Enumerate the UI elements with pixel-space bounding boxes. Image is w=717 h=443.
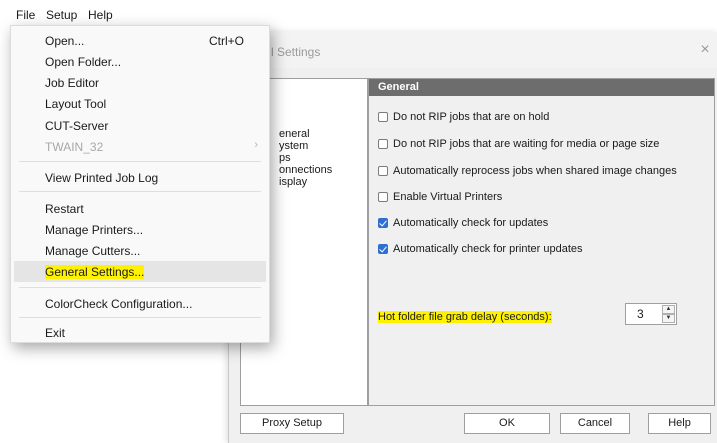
dialog-titlebar[interactable]: l Settings ×: [229, 32, 717, 68]
option-label: Automatically check for printer updates: [393, 243, 583, 255]
menu-item-open[interactable]: Open... Ctrl+O: [14, 30, 266, 51]
menu-separator: [19, 191, 261, 192]
nav-item-ps[interactable]: ps: [279, 152, 291, 164]
menu-item-label: Exit: [45, 326, 66, 340]
decrement-arrow-icon[interactable]: ▼: [662, 314, 675, 323]
option-auto-check-updates[interactable]: Automatically check for updates: [378, 216, 548, 230]
menu-item-colorcheck-configuration[interactable]: ColorCheck Configuration...: [14, 293, 266, 314]
nav-item-connections[interactable]: onnections: [279, 164, 332, 176]
menu-item-label: Open Folder...: [45, 55, 122, 69]
checkbox[interactable]: [378, 192, 388, 202]
option-enable-virtual-printers[interactable]: Enable Virtual Printers: [378, 190, 502, 204]
close-icon[interactable]: ×: [696, 41, 714, 59]
hot-folder-delay-stepper[interactable]: 3 ▲ ▼: [625, 303, 677, 325]
menu-item-label: Restart: [45, 202, 84, 216]
menu-item-general-settings[interactable]: General Settings...: [14, 261, 266, 282]
menu-item-job-editor[interactable]: Job Editor: [14, 72, 266, 93]
option-auto-reprocess[interactable]: Automatically reprocess jobs when shared…: [378, 164, 677, 178]
ok-button[interactable]: OK: [464, 413, 550, 434]
menu-item-manage-printers[interactable]: Manage Printers...: [14, 219, 266, 240]
delay-value[interactable]: 3: [637, 307, 644, 321]
menu-item-layout-tool[interactable]: Layout Tool: [14, 93, 266, 114]
menu-item-view-printed-job-log[interactable]: View Printed Job Log: [14, 167, 266, 188]
menubar: File Setup Help: [0, 0, 270, 26]
shortcut-label: Ctrl+O: [208, 34, 244, 48]
dialog-title: l Settings: [271, 45, 321, 59]
menu-item-label: Layout Tool: [45, 97, 107, 111]
menu-item-label: ColorCheck Configuration...: [45, 297, 193, 311]
option-label: Do not RIP jobs that are on hold: [393, 111, 550, 123]
option-label: Enable Virtual Printers: [393, 191, 503, 203]
hot-folder-delay-label: Hot folder file grab delay (seconds):: [378, 311, 552, 323]
menu-separator: [19, 317, 261, 318]
option-no-rip-waiting-media[interactable]: Do not RIP jobs that are waiting for med…: [378, 137, 659, 151]
help-button[interactable]: Help: [648, 413, 711, 434]
file-menu-dropdown: Open... Ctrl+O Open Folder... Job Editor…: [10, 25, 270, 343]
general-settings-panel: General Do not RIP jobs that are on hold…: [368, 78, 715, 406]
menu-item-label: TWAIN_32: [45, 140, 104, 154]
cancel-button[interactable]: Cancel: [560, 413, 630, 434]
nav-item-display[interactable]: isplay: [279, 176, 307, 188]
menu-item-label: Open...: [45, 34, 85, 48]
nav-item-general[interactable]: eneral: [279, 128, 310, 140]
option-auto-check-printer-updates[interactable]: Automatically check for printer updates: [378, 242, 583, 256]
menu-item-label: Manage Cutters...: [45, 244, 141, 258]
menu-item-open-folder[interactable]: Open Folder...: [14, 51, 266, 72]
menu-setup[interactable]: Setup: [46, 8, 77, 22]
menu-item-twain: TWAIN_32 ›: [14, 136, 266, 157]
chevron-right-icon: ›: [254, 139, 258, 151]
menu-item-label: View Printed Job Log: [45, 171, 159, 185]
menu-separator: [19, 287, 261, 288]
nav-item-system[interactable]: ystem: [279, 140, 308, 152]
checkbox[interactable]: [378, 166, 388, 176]
proxy-setup-button[interactable]: Proxy Setup: [240, 413, 344, 434]
stepper-buttons: ▲ ▼: [662, 305, 675, 323]
menu-item-cut-server[interactable]: CUT-Server: [14, 115, 266, 136]
checkbox-checked[interactable]: [378, 218, 388, 228]
menu-item-manage-cutters[interactable]: Manage Cutters...: [14, 240, 266, 261]
menu-item-exit[interactable]: Exit: [14, 322, 266, 343]
menu-item-label: CUT-Server: [45, 119, 109, 133]
option-label: Automatically check for updates: [393, 217, 549, 229]
option-label: Do not RIP jobs that are waiting for med…: [393, 138, 660, 150]
general-settings-dialog: l Settings × eneral ystem ps onnections …: [228, 32, 717, 443]
menu-item-label: Job Editor: [45, 76, 100, 90]
checkbox-checked[interactable]: [378, 244, 388, 254]
menu-help[interactable]: Help: [88, 8, 113, 22]
menu-separator: [19, 161, 261, 162]
menu-item-label: Manage Printers...: [45, 223, 144, 237]
option-no-rip-on-hold[interactable]: Do not RIP jobs that are on hold: [378, 110, 549, 124]
menu-item-restart[interactable]: Restart: [14, 198, 266, 219]
checkbox[interactable]: [378, 112, 388, 122]
menu-file[interactable]: File: [16, 8, 35, 22]
checkbox[interactable]: [378, 139, 388, 149]
menu-item-label: General Settings...: [45, 265, 145, 279]
panel-title: General: [369, 79, 714, 96]
option-label: Automatically reprocess jobs when shared…: [393, 165, 677, 177]
increment-arrow-icon[interactable]: ▲: [662, 305, 675, 314]
